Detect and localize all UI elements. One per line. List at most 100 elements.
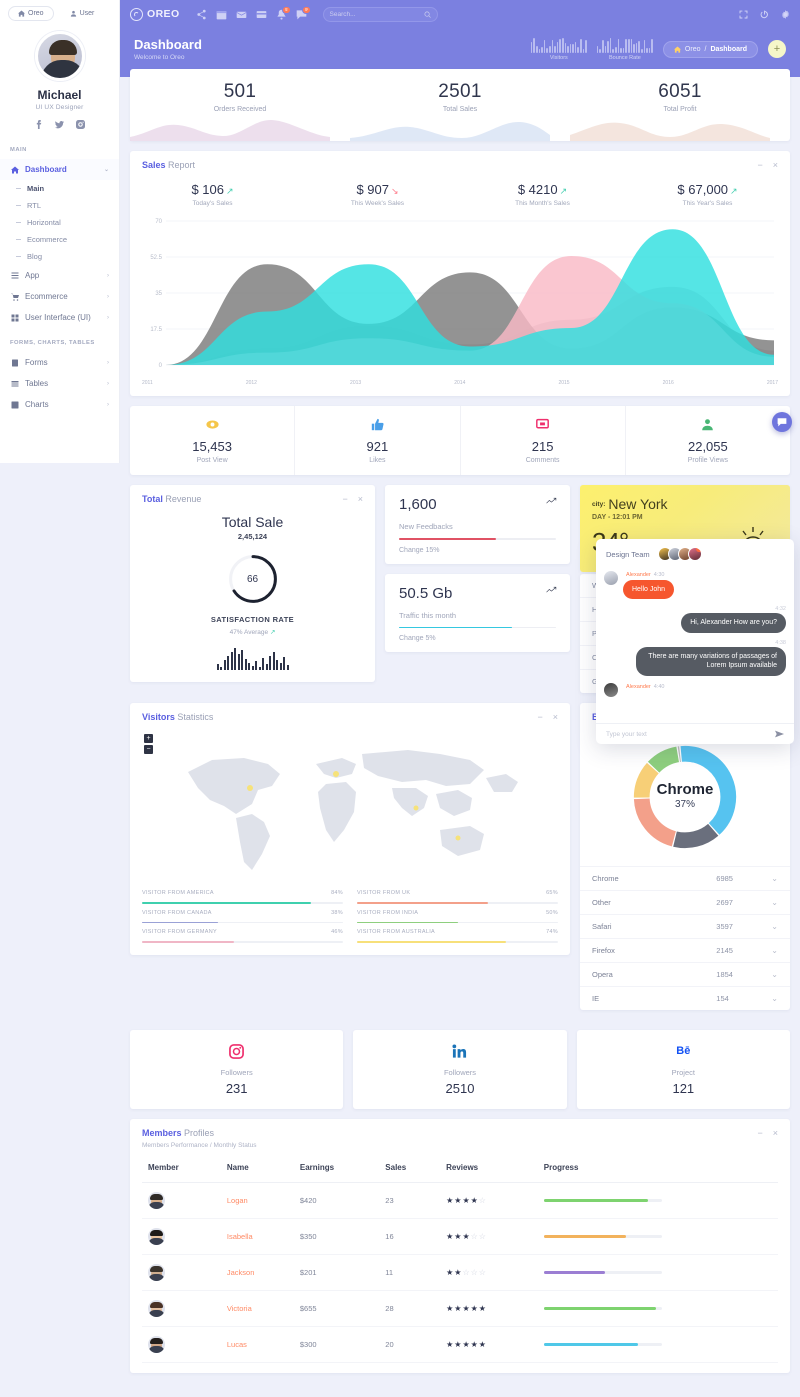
chat-badge: 9	[302, 5, 311, 14]
facebook-icon[interactable]	[34, 120, 43, 129]
close-button[interactable]: ×	[773, 1128, 778, 1138]
visitor-label: VISITOR FROM GERMANY	[142, 929, 217, 935]
trend-line-icon	[546, 585, 557, 597]
search-input[interactable]: Search...	[322, 6, 438, 22]
chat-icon	[777, 418, 787, 427]
instagram-icon	[130, 1044, 343, 1060]
total-revenue-head: Total Revenue − ×	[130, 485, 375, 506]
spark-bounce-label: Bounce Rate	[608, 55, 641, 61]
member-name[interactable]: Logan	[227, 1196, 248, 1205]
dash-icon	[16, 239, 21, 240]
instagram-icon[interactable]	[76, 120, 85, 129]
sidebar-item-charts[interactable]: Charts ›	[0, 394, 119, 415]
chevron-right-icon: ›	[107, 401, 109, 408]
browser-row[interactable]: Firefox 2145 ⌄	[580, 938, 790, 962]
svg-text:17.5: 17.5	[150, 327, 162, 333]
breadcrumb[interactable]: Oreo / Dashboard	[662, 40, 758, 58]
sidebar-subitem-rtl[interactable]: RTL	[0, 197, 119, 214]
visitor-label: VISITOR FROM UK	[357, 890, 411, 896]
member-name[interactable]: Isabella	[227, 1232, 253, 1241]
gear-icon[interactable]	[781, 9, 790, 19]
map-zoom-out-button[interactable]: −	[144, 745, 153, 754]
member-reviews-cell: ★★★★★	[440, 1326, 538, 1363]
browser-value: 6985	[716, 874, 733, 883]
power-icon[interactable]	[760, 10, 769, 19]
member-earnings-cell: $201	[293, 1254, 380, 1291]
chevron-right-icon: ›	[107, 380, 109, 387]
member-progress-cell	[537, 1254, 778, 1291]
pill-user[interactable]: User	[59, 6, 105, 21]
chat-bubble: There are many variations of passages of…	[636, 646, 786, 676]
social-linkedin-value: 2510	[445, 1081, 475, 1096]
browser-row[interactable]: IE 154 ⌄	[580, 986, 790, 1010]
member-name[interactable]: Lucas	[227, 1340, 247, 1349]
member-name[interactable]: Victoria	[227, 1304, 252, 1313]
minimize-button[interactable]: −	[537, 712, 542, 722]
browser-row[interactable]: Opera 1854 ⌄	[580, 962, 790, 986]
social-instagram-label: Followers	[220, 1068, 253, 1077]
sidebar-item-dashboard[interactable]: Dashboard ⌄	[0, 159, 119, 180]
total-revenue-body: Total Sale 2,45,124 66 SATISFACTION RATE…	[130, 506, 375, 682]
donut-browser-percent: 37%	[674, 798, 695, 810]
chat-icon[interactable]: 9	[296, 5, 311, 20]
minimize-button[interactable]: −	[757, 1128, 762, 1138]
minimize-button[interactable]: −	[757, 160, 762, 170]
search-icon	[424, 11, 431, 18]
close-button[interactable]: ×	[773, 160, 778, 170]
social-behance-label: Project	[671, 1068, 695, 1077]
content: 501 Orders Received 2501 Total Sales 605…	[120, 69, 800, 1397]
member-name[interactable]: Jackson	[227, 1268, 255, 1277]
map-zoom-in-button[interactable]: +	[144, 734, 153, 743]
sidebar-subitem-blog[interactable]: Blog	[0, 248, 119, 265]
progress-bar	[543, 1235, 662, 1238]
stat-comments-value: 215	[531, 439, 554, 454]
chat-fab-button[interactable]	[772, 412, 792, 432]
visitor-item: VISITOR FROM INDIA 50%	[357, 904, 558, 923]
sidebar-item-ui[interactable]: User Interface (UI) ›	[0, 307, 119, 328]
breadcrumb-home[interactable]: Oreo	[685, 46, 701, 53]
close-button[interactable]: ×	[553, 712, 558, 722]
total-revenue-title: Total Revenue	[142, 494, 201, 504]
browser-row[interactable]: Safari 3597 ⌄	[580, 914, 790, 938]
avatar	[148, 1336, 165, 1353]
mail-icon[interactable]	[236, 9, 247, 20]
chat-time: 4:40	[653, 683, 665, 690]
dash-icon	[16, 188, 21, 189]
bell-icon[interactable]: 5	[276, 5, 291, 20]
sidebar-item-tables[interactable]: Tables ›	[0, 373, 119, 394]
sidebar-subitem-main[interactable]: Main	[0, 180, 119, 197]
col-reviews: Reviews	[440, 1153, 538, 1183]
sidebar-item-app[interactable]: App ›	[0, 265, 119, 286]
pill-oreo[interactable]: Oreo	[8, 6, 54, 21]
sales-area-chart: 0 17.5 35 52.5 70 2011 2012 2013 2014 2015 2016 20…	[130, 211, 790, 396]
calendar-icon[interactable]	[216, 9, 227, 20]
browser-row[interactable]: Other 2697 ⌄	[580, 890, 790, 914]
send-icon[interactable]	[775, 730, 784, 738]
kpi-orders-value: 501	[223, 81, 257, 102]
grid-icon	[10, 272, 19, 280]
social-behance-value: 121	[672, 1081, 695, 1096]
rating-stars: ★★★★★	[446, 1304, 487, 1313]
svg-text:35: 35	[155, 291, 162, 297]
fullscreen-icon[interactable]	[739, 10, 748, 19]
chat-input-row[interactable]: Type your text	[596, 723, 794, 744]
sidebar-item-ecommerce[interactable]: Ecommerce ›	[0, 286, 119, 307]
twitter-icon[interactable]	[55, 120, 64, 129]
avatar	[604, 682, 618, 697]
minimize-button[interactable]: −	[342, 494, 347, 504]
share-icon[interactable]	[196, 9, 207, 20]
member-avatar-cell	[142, 1182, 221, 1219]
total-revenue-tools: − ×	[342, 494, 363, 504]
close-button[interactable]: ×	[358, 494, 363, 504]
avatar	[148, 1192, 165, 1209]
add-button[interactable]: +	[768, 40, 786, 58]
x-tick: 2015	[558, 380, 570, 386]
member-progress-cell	[537, 1218, 778, 1255]
sidebar-subitem-horizontal[interactable]: Horizontal	[0, 214, 119, 231]
sidebar-subitem-ecommerce[interactable]: Ecommerce	[0, 231, 119, 248]
brand[interactable]: OREO	[130, 7, 180, 21]
avatar[interactable]: +2	[687, 547, 702, 561]
browser-row[interactable]: Chrome 6985 ⌄	[580, 866, 790, 890]
card-icon[interactable]	[256, 9, 267, 20]
sidebar-item-forms[interactable]: Forms ›	[0, 352, 119, 373]
